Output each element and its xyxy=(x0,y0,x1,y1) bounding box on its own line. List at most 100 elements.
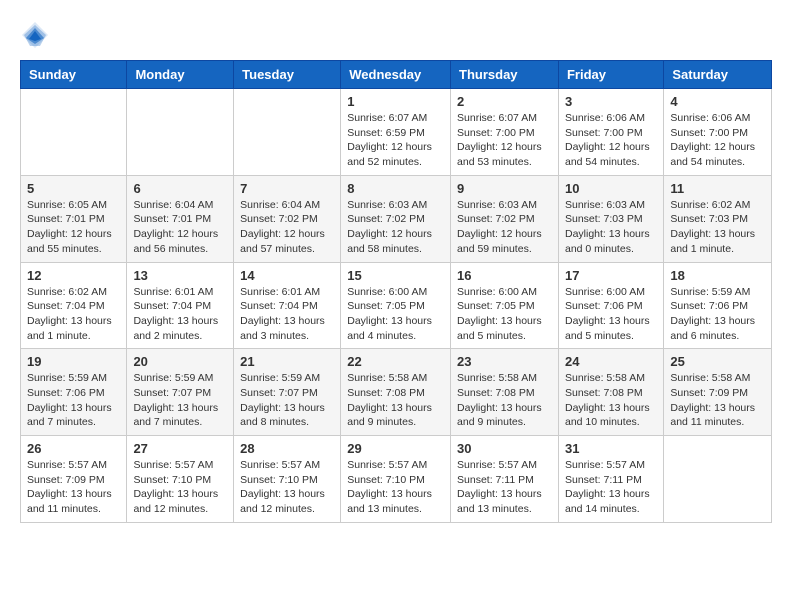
day-info: Sunrise: 5:57 AM Sunset: 7:11 PM Dayligh… xyxy=(565,458,657,517)
calendar-day-cell xyxy=(664,436,772,523)
day-number: 27 xyxy=(133,441,227,456)
day-info: Sunrise: 6:01 AM Sunset: 7:04 PM Dayligh… xyxy=(133,285,227,344)
day-number: 7 xyxy=(240,181,334,196)
day-number: 3 xyxy=(565,94,657,109)
day-number: 24 xyxy=(565,354,657,369)
calendar-day-cell: 20 Sunrise: 5:59 AM Sunset: 7:07 PM Dayli… xyxy=(127,349,234,436)
day-number: 1 xyxy=(347,94,444,109)
day-info: Sunrise: 6:05 AM Sunset: 7:01 PM Dayligh… xyxy=(27,198,120,257)
calendar-table: SundayMondayTuesdayWednesdayThursdayFrid… xyxy=(20,60,772,523)
day-number: 6 xyxy=(133,181,227,196)
day-number: 16 xyxy=(457,268,552,283)
day-number: 29 xyxy=(347,441,444,456)
day-info: Sunrise: 5:57 AM Sunset: 7:09 PM Dayligh… xyxy=(27,458,120,517)
day-number: 26 xyxy=(27,441,120,456)
weekday-header: Monday xyxy=(127,61,234,89)
weekday-header: Thursday xyxy=(451,61,559,89)
calendar-week-row: 19Sunrise: 5:59 AM Sunset: 7:06 PM Dayli… xyxy=(21,349,772,436)
logo-icon xyxy=(20,20,50,50)
day-info: Sunrise: 6:00 AM Sunset: 7:05 PM Dayligh… xyxy=(457,285,552,344)
day-info: Sunrise: 5:59 AM Sunset: 7:07 PM Dayligh… xyxy=(133,371,227,430)
weekday-header: Saturday xyxy=(664,61,772,89)
day-number: 23 xyxy=(457,354,552,369)
day-number: 12 xyxy=(27,268,120,283)
calendar-day-cell: 18 Sunrise: 5:59 AM Sunset: 7:06 PM Dayli… xyxy=(664,262,772,349)
weekday-header: Friday xyxy=(558,61,663,89)
calendar-day-cell: 28 Sunrise: 5:57 AM Sunset: 7:10 PM Dayli… xyxy=(234,436,341,523)
calendar-day-cell: 14 Sunrise: 6:01 AM Sunset: 7:04 PM Dayli… xyxy=(234,262,341,349)
day-info: Sunrise: 5:57 AM Sunset: 7:11 PM Dayligh… xyxy=(457,458,552,517)
day-number: 21 xyxy=(240,354,334,369)
day-number: 22 xyxy=(347,354,444,369)
day-number: 11 xyxy=(670,181,765,196)
calendar-day-cell: 17Sunrise: 6:00 AM Sunset: 7:06 PM Dayli… xyxy=(558,262,663,349)
calendar-day-cell: 15Sunrise: 6:00 AM Sunset: 7:05 PM Dayli… xyxy=(341,262,451,349)
calendar-day-cell: 2 Sunrise: 6:07 AM Sunset: 7:00 PM Daylig… xyxy=(451,89,559,176)
calendar-day-cell: 26 Sunrise: 5:57 AM Sunset: 7:09 PM Dayli… xyxy=(21,436,127,523)
day-number: 5 xyxy=(27,181,120,196)
calendar-day-cell: 7Sunrise: 6:04 AM Sunset: 7:02 PM Daylig… xyxy=(234,175,341,262)
weekday-header: Wednesday xyxy=(341,61,451,89)
day-info: Sunrise: 5:58 AM Sunset: 7:08 PM Dayligh… xyxy=(457,371,552,430)
weekday-header: Sunday xyxy=(21,61,127,89)
weekday-header: Tuesday xyxy=(234,61,341,89)
logo xyxy=(20,20,54,50)
calendar-day-cell: 23 Sunrise: 5:58 AM Sunset: 7:08 PM Dayli… xyxy=(451,349,559,436)
calendar-day-cell: 3 Sunrise: 6:06 AM Sunset: 7:00 PM Daylig… xyxy=(558,89,663,176)
calendar-day-cell: 19Sunrise: 5:59 AM Sunset: 7:06 PM Dayli… xyxy=(21,349,127,436)
calendar-day-cell: 11 Sunrise: 6:02 AM Sunset: 7:03 PM Dayli… xyxy=(664,175,772,262)
day-info: Sunrise: 6:06 AM Sunset: 7:00 PM Dayligh… xyxy=(670,111,765,170)
day-info: Sunrise: 5:59 AM Sunset: 7:06 PM Dayligh… xyxy=(670,285,765,344)
calendar-day-cell: 8 Sunrise: 6:03 AM Sunset: 7:02 PM Daylig… xyxy=(341,175,451,262)
day-number: 18 xyxy=(670,268,765,283)
calendar-day-cell: 6 Sunrise: 6:04 AM Sunset: 7:01 PM Daylig… xyxy=(127,175,234,262)
day-info: Sunrise: 6:07 AM Sunset: 6:59 PM Dayligh… xyxy=(347,111,444,170)
calendar-day-cell: 10Sunrise: 6:03 AM Sunset: 7:03 PM Dayli… xyxy=(558,175,663,262)
calendar-day-cell: 4Sunrise: 6:06 AM Sunset: 7:00 PM Daylig… xyxy=(664,89,772,176)
day-number: 31 xyxy=(565,441,657,456)
day-number: 14 xyxy=(240,268,334,283)
day-number: 28 xyxy=(240,441,334,456)
day-info: Sunrise: 5:59 AM Sunset: 7:07 PM Dayligh… xyxy=(240,371,334,430)
calendar-week-row: 12Sunrise: 6:02 AM Sunset: 7:04 PM Dayli… xyxy=(21,262,772,349)
day-number: 20 xyxy=(133,354,227,369)
calendar-day-cell: 31 Sunrise: 5:57 AM Sunset: 7:11 PM Dayli… xyxy=(558,436,663,523)
calendar-day-cell xyxy=(127,89,234,176)
calendar-day-cell: 9 Sunrise: 6:03 AM Sunset: 7:02 PM Daylig… xyxy=(451,175,559,262)
day-info: Sunrise: 5:57 AM Sunset: 7:10 PM Dayligh… xyxy=(347,458,444,517)
calendar-day-cell: 27 Sunrise: 5:57 AM Sunset: 7:10 PM Dayli… xyxy=(127,436,234,523)
day-info: Sunrise: 5:57 AM Sunset: 7:10 PM Dayligh… xyxy=(240,458,334,517)
day-info: Sunrise: 6:03 AM Sunset: 7:02 PM Dayligh… xyxy=(347,198,444,257)
day-info: Sunrise: 5:57 AM Sunset: 7:10 PM Dayligh… xyxy=(133,458,227,517)
calendar-header: SundayMondayTuesdayWednesdayThursdayFrid… xyxy=(21,61,772,89)
calendar-day-cell: 16 Sunrise: 6:00 AM Sunset: 7:05 PM Dayli… xyxy=(451,262,559,349)
day-number: 25 xyxy=(670,354,765,369)
day-info: Sunrise: 6:06 AM Sunset: 7:00 PM Dayligh… xyxy=(565,111,657,170)
day-number: 2 xyxy=(457,94,552,109)
day-info: Sunrise: 6:04 AM Sunset: 7:01 PM Dayligh… xyxy=(133,198,227,257)
calendar-week-row: 1 Sunrise: 6:07 AM Sunset: 6:59 PM Daylig… xyxy=(21,89,772,176)
calendar-day-cell: 12Sunrise: 6:02 AM Sunset: 7:04 PM Dayli… xyxy=(21,262,127,349)
day-number: 10 xyxy=(565,181,657,196)
page-header xyxy=(20,20,772,50)
day-number: 9 xyxy=(457,181,552,196)
day-info: Sunrise: 5:58 AM Sunset: 7:09 PM Dayligh… xyxy=(670,371,765,430)
calendar-day-cell: 22 Sunrise: 5:58 AM Sunset: 7:08 PM Dayli… xyxy=(341,349,451,436)
calendar-body: 1 Sunrise: 6:07 AM Sunset: 6:59 PM Daylig… xyxy=(21,89,772,523)
day-number: 19 xyxy=(27,354,120,369)
day-info: Sunrise: 6:02 AM Sunset: 7:03 PM Dayligh… xyxy=(670,198,765,257)
day-info: Sunrise: 6:03 AM Sunset: 7:02 PM Dayligh… xyxy=(457,198,552,257)
day-info: Sunrise: 6:01 AM Sunset: 7:04 PM Dayligh… xyxy=(240,285,334,344)
day-number: 8 xyxy=(347,181,444,196)
day-number: 13 xyxy=(133,268,227,283)
calendar-day-cell: 1 Sunrise: 6:07 AM Sunset: 6:59 PM Daylig… xyxy=(341,89,451,176)
day-info: Sunrise: 6:00 AM Sunset: 7:05 PM Dayligh… xyxy=(347,285,444,344)
day-info: Sunrise: 5:58 AM Sunset: 7:08 PM Dayligh… xyxy=(347,371,444,430)
calendar-day-cell: 30 Sunrise: 5:57 AM Sunset: 7:11 PM Dayli… xyxy=(451,436,559,523)
day-info: Sunrise: 6:07 AM Sunset: 7:00 PM Dayligh… xyxy=(457,111,552,170)
day-number: 30 xyxy=(457,441,552,456)
calendar-week-row: 5 Sunrise: 6:05 AM Sunset: 7:01 PM Daylig… xyxy=(21,175,772,262)
calendar-day-cell: 25 Sunrise: 5:58 AM Sunset: 7:09 PM Dayli… xyxy=(664,349,772,436)
calendar-day-cell: 21 Sunrise: 5:59 AM Sunset: 7:07 PM Dayli… xyxy=(234,349,341,436)
calendar-day-cell xyxy=(21,89,127,176)
